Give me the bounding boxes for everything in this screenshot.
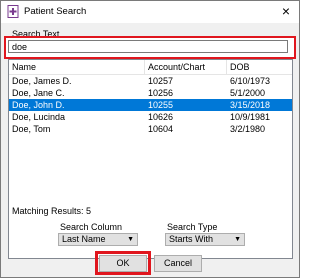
row-dob: 6/10/1973 [230,76,271,86]
list-item[interactable]: Doe, Tom 10604 3/2/1980 [9,123,292,135]
title-bar: Patient Search × [1,1,299,23]
row-account: 10604 [148,124,174,134]
list-item[interactable]: Doe, Lucinda 10626 10/9/1981 [9,111,292,123]
row-name: Doe, John D. [12,100,65,110]
close-icon[interactable]: × [279,4,293,18]
row-name: Doe, Jane C. [12,88,65,98]
row-account: 10257 [148,76,174,86]
row-dob: 5/1/2000 [230,88,266,98]
list-item[interactable]: Doe, Jane C. 10256 5/1/2000 [9,87,292,99]
chevron-down-icon: ▼ [234,236,241,243]
search-column-value: Last Name [62,234,106,244]
search-type-value: Starts With [169,234,214,244]
row-dob: 3/15/2018 [230,100,271,110]
row-dob: 3/2/1980 [230,124,266,134]
row-name: Doe, Lucinda [12,112,66,122]
column-header-name[interactable]: Name [9,60,145,74]
row-account: 10626 [148,112,174,122]
row-name: Doe, James D. [12,76,72,86]
list-item[interactable]: Doe, James D. 10257 6/10/1973 [9,75,292,87]
row-dob: 10/9/1981 [230,112,271,122]
list-header: Name Account/Chart DOB [9,60,292,75]
column-header-account[interactable]: Account/Chart [145,60,227,74]
cancel-button[interactable]: Cancel [154,254,202,272]
patient-list[interactable]: Name Account/Chart DOB Doe, James D. 102… [8,59,293,259]
matching-results-text: Matching Results: 5 [12,206,92,216]
window-title: Patient Search [24,6,87,17]
patient-search-dialog: Patient Search × Search Text Name Accoun… [0,0,300,278]
search-type-label: Search Type [167,222,218,232]
row-account: 10255 [148,100,174,110]
list-item-selected[interactable]: Doe, John D. 10255 3/15/2018 [9,99,292,111]
search-input[interactable] [8,40,288,53]
row-name: Doe, Tom [12,124,51,134]
search-column-label: Search Column [60,222,123,232]
search-column-select[interactable]: Last Name ▼ [58,233,138,246]
ok-button[interactable]: OK [99,254,147,272]
row-account: 10256 [148,88,174,98]
search-type-select[interactable]: Starts With ▼ [165,233,245,246]
chevron-down-icon: ▼ [127,236,134,243]
column-header-dob[interactable]: DOB [227,60,292,74]
search-input-highlight [4,36,296,59]
patient-icon [7,5,19,18]
